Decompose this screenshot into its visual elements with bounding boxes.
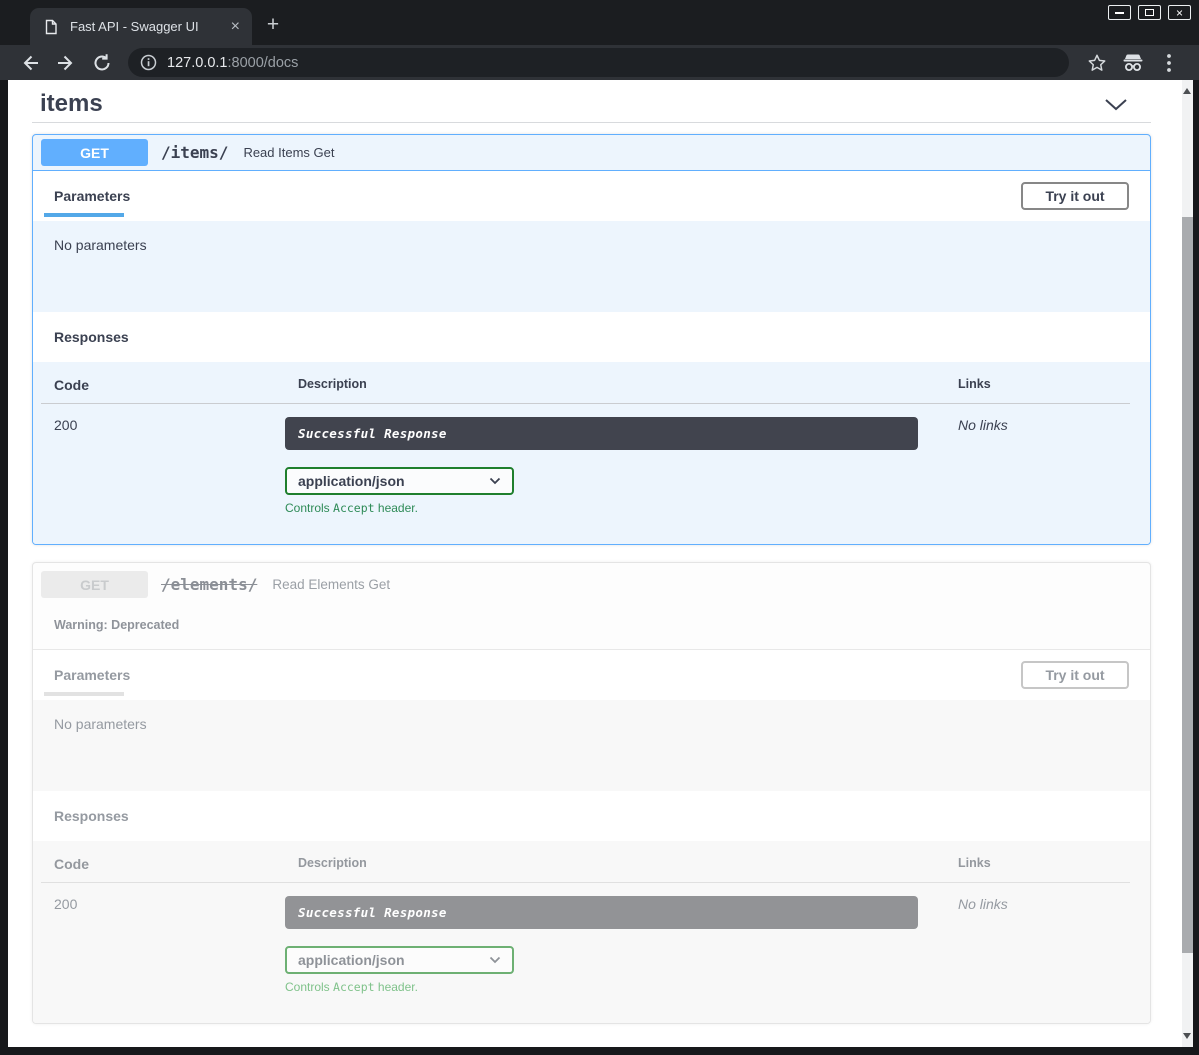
scrollbar-thumb[interactable] [1182,217,1193,953]
responses-table-header: Code Description Links [41,856,1130,883]
incognito-icon[interactable] [1121,51,1145,75]
responses-title: Responses [54,329,129,345]
browser-titlebar: Fast API - Swagger UI × + × [0,0,1199,45]
opblock-summary[interactable]: GET /elements/ Read Elements Get [33,563,1150,606]
operation-path: /items/ [161,143,228,162]
parameters-body: No parameters [33,221,1150,312]
try-it-out-button[interactable]: Try it out [1021,182,1129,210]
column-code: Code [41,856,285,872]
column-code: Code [41,377,285,393]
deprecated-warning: Warning: Deprecated [33,606,1150,650]
url-host: 127.0.0.1 [167,55,227,71]
url-path: :8000/docs [227,55,298,71]
response-description-box: Successful Response [285,417,918,450]
response-links: No links [945,417,1130,515]
parameters-header: Parameters Try it out [33,171,1150,221]
parameters-body: No parameters [33,700,1150,791]
responses-header: Responses [33,312,1150,362]
media-type-select[interactable]: application/json [285,467,514,495]
operation-summary: Read Items Get [243,145,334,160]
response-row: 200 Successful Response application/json [41,883,1130,994]
info-icon[interactable] [140,54,157,71]
method-badge: GET [41,571,148,598]
no-parameters-text: No parameters [54,716,147,732]
opblock-get-elements-deprecated: GET /elements/ Read Elements Get Warning… [32,562,1151,1024]
chevron-down-icon[interactable] [1104,98,1128,111]
new-tab-button[interactable]: + [262,14,284,36]
tab-parameters[interactable]: Parameters [54,650,130,700]
operation-summary: Read Elements Get [272,577,390,592]
close-icon[interactable]: × [1168,5,1191,20]
tab-close-icon[interactable]: × [231,19,240,35]
window-controls: × [1108,5,1191,20]
responses-title: Responses [54,808,129,824]
responses-table: Code Description Links 200 Successful Re… [33,362,1150,544]
parameters-header: Parameters Try it out [33,650,1150,700]
maximize-icon[interactable] [1138,5,1161,20]
accept-header-note: Controls Accept header. [285,980,945,994]
tab-favicon-icon [44,19,58,35]
minimize-icon[interactable] [1108,5,1131,20]
accept-header-note: Controls Accept header. [285,501,945,515]
response-links: No links [945,896,1130,994]
response-code: 200 [41,896,285,994]
scroll-down-arrow[interactable] [1183,1033,1191,1039]
try-it-out-button[interactable]: Try it out [1021,661,1129,689]
back-arrow-icon[interactable] [18,51,42,75]
response-code: 200 [41,417,285,515]
reload-icon[interactable] [90,51,114,75]
opblock-get-items: GET /items/ Read Items Get Parameters Tr… [32,134,1151,545]
opblock-summary[interactable]: GET /items/ Read Items Get [33,135,1150,171]
chevron-down-icon [489,477,501,485]
tag-divider [32,122,1151,123]
responses-table-header: Code Description Links [41,377,1130,404]
responses-table: Code Description Links 200 Successful Re… [33,841,1150,1023]
scroll-up-arrow[interactable] [1183,88,1191,94]
swagger-page: items GET /items/ Read Items Get Para [8,80,1182,1047]
response-row: 200 Successful Response application/json [41,404,1130,515]
method-badge: GET [41,139,148,166]
column-links: Links [945,856,1130,872]
star-icon[interactable] [1085,51,1109,75]
response-description-box: Successful Response [285,896,918,929]
forward-arrow-icon[interactable] [54,51,78,75]
media-type-select[interactable]: application/json [285,946,514,974]
browser-navbar: 127.0.0.1:8000/docs [0,45,1199,80]
browser-viewport: items GET /items/ Read Items Get Para [8,80,1193,1047]
column-description: Description [285,377,945,393]
kebab-menu-icon[interactable] [1157,51,1181,75]
tag-title: items [40,90,103,118]
tag-section-header[interactable]: items [32,88,1151,120]
address-bar[interactable]: 127.0.0.1:8000/docs [128,48,1069,77]
browser-tab[interactable]: Fast API - Swagger UI × [30,8,252,45]
tab-title: Fast API - Swagger UI [70,19,223,34]
responses-header: Responses [33,791,1150,841]
scrollbar[interactable] [1182,80,1193,1047]
column-links: Links [945,377,1130,393]
column-description: Description [285,856,945,872]
operation-path: /elements/ [161,575,257,594]
tab-parameters[interactable]: Parameters [54,171,130,221]
no-parameters-text: No parameters [54,237,147,253]
chevron-down-icon [489,956,501,964]
